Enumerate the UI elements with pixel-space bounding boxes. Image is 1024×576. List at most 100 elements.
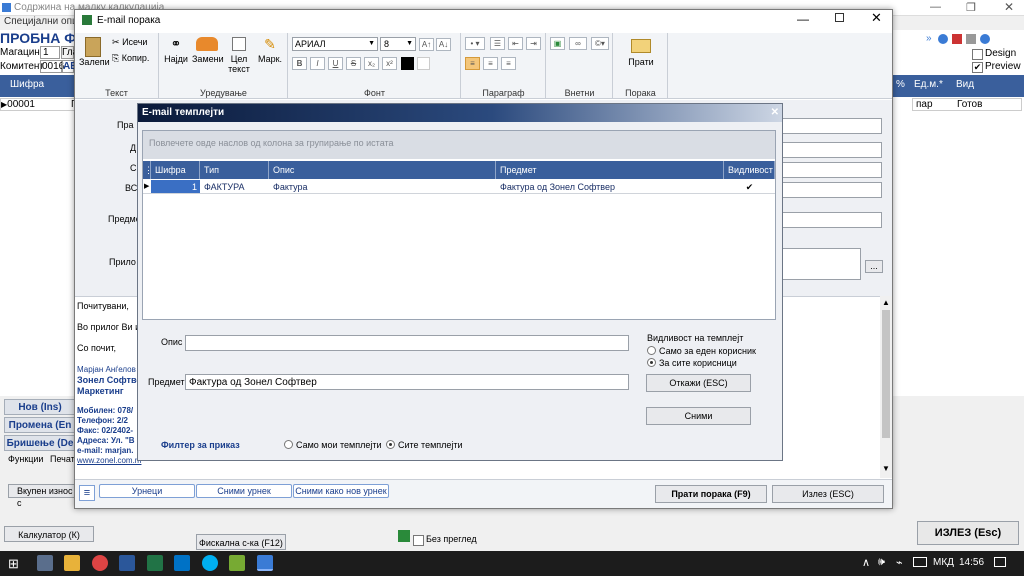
- pdf-icon[interactable]: [952, 34, 962, 44]
- bg-menu-item[interactable]: Специјални опци: [4, 16, 83, 27]
- replace-button[interactable]: Замени: [191, 36, 224, 81]
- info-icon[interactable]: [980, 34, 990, 44]
- mark-button[interactable]: ✎ Марк.: [255, 36, 285, 81]
- change-button[interactable]: Промена (En: [4, 417, 76, 433]
- row-code-cell[interactable]: 1: [151, 180, 200, 194]
- copy-button[interactable]: ⎘ Копир.: [111, 52, 157, 65]
- fiscal-button[interactable]: Фискална с-ка (F12): [196, 534, 286, 550]
- font-size-select[interactable]: 8 ▼: [380, 37, 416, 51]
- visibility-one-user-radio[interactable]: Само за еден корисник: [647, 346, 756, 356]
- find-button[interactable]: ⚭ Најди: [162, 36, 190, 81]
- subject-field[interactable]: [185, 374, 629, 390]
- to-field[interactable]: [775, 118, 882, 134]
- symbol-icon[interactable]: ©▾: [591, 37, 609, 50]
- grow-font-icon[interactable]: A↑: [419, 38, 434, 51]
- email-exit-button[interactable]: Излез (ESC): [772, 485, 884, 503]
- align-left-icon[interactable]: ≡: [465, 57, 480, 70]
- bg-col-pct[interactable]: %: [896, 79, 905, 90]
- minimize-icon[interactable]: —: [930, 1, 941, 13]
- menu-icon[interactable]: ≡: [79, 485, 95, 501]
- outlook-icon[interactable]: [174, 555, 190, 571]
- row-subject-cell[interactable]: Фактура од Зонел Софтвер: [496, 180, 724, 194]
- komitent-field[interactable]: 0016: [40, 60, 64, 73]
- battery-icon[interactable]: [913, 557, 927, 567]
- visibility-all-users-radio[interactable]: За сите корисници: [647, 358, 737, 368]
- highlight-color-icon[interactable]: [417, 57, 430, 70]
- maximize-icon[interactable]: [835, 13, 844, 22]
- desc-field[interactable]: [185, 335, 629, 351]
- clock[interactable]: 14:56: [959, 557, 984, 568]
- bcc-field[interactable]: [775, 182, 882, 198]
- attach-button[interactable]: ...: [865, 260, 883, 273]
- align-right-icon[interactable]: ≡: [501, 57, 516, 70]
- printer-icon[interactable]: [966, 34, 976, 44]
- cc-field[interactable]: [775, 162, 882, 178]
- close-icon[interactable]: ✕: [1004, 0, 1014, 14]
- file-explorer-icon[interactable]: [64, 555, 80, 571]
- bullets-icon[interactable]: • ▾: [465, 37, 485, 50]
- underline-icon[interactable]: U: [328, 57, 343, 70]
- link-icon[interactable]: ∞: [569, 37, 587, 50]
- italic-icon[interactable]: I: [310, 57, 325, 70]
- shrink-font-icon[interactable]: A↓: [436, 38, 451, 51]
- total-tax-button[interactable]: Вкупен износ с: [8, 484, 76, 508]
- bg-table-row[interactable]: ▶00001 П: [0, 98, 78, 111]
- excel-icon[interactable]: [398, 530, 410, 542]
- minimize-icon[interactable]: —: [797, 12, 809, 26]
- chevron-up-icon[interactable]: ∧: [862, 556, 870, 569]
- bg-table-row-right[interactable]: пар Готов: [912, 98, 1022, 111]
- tab-functions[interactable]: Функции: [8, 454, 43, 464]
- subscript-icon[interactable]: x₂: [364, 57, 379, 70]
- send-ribbon-button[interactable]: Прати: [617, 36, 665, 81]
- paste-button[interactable]: Залепи: [78, 36, 110, 81]
- col-description[interactable]: Опис: [269, 161, 496, 179]
- magacin-field[interactable]: 1: [40, 46, 60, 59]
- delete-button[interactable]: Бришење (De: [4, 435, 76, 451]
- notifications-icon[interactable]: [994, 557, 1006, 567]
- col-subject[interactable]: Предмет: [496, 161, 724, 179]
- indent-decrease-icon[interactable]: ⇤: [508, 37, 523, 50]
- exit-button[interactable]: ИЗЛЕЗ (Esc): [917, 521, 1019, 545]
- font-color-icon[interactable]: [401, 57, 414, 70]
- send-message-button[interactable]: Прати порака (F9): [655, 485, 767, 503]
- word-icon[interactable]: [119, 555, 135, 571]
- subject-field[interactable]: [775, 212, 882, 228]
- bg-col-sifra[interactable]: Шифра: [10, 79, 44, 90]
- calculator-taskbar-icon[interactable]: [37, 555, 53, 571]
- tab-templates[interactable]: Урнеци: [99, 484, 195, 498]
- scroll-down-icon[interactable]: ▼: [882, 464, 890, 473]
- row-desc-cell[interactable]: Фактура: [269, 180, 496, 194]
- excel-taskbar-icon[interactable]: [147, 555, 163, 571]
- bg-col-vid[interactable]: Вид: [956, 79, 974, 90]
- close-icon[interactable]: ✕: [771, 104, 779, 122]
- new-button[interactable]: Нов (Ins): [4, 399, 76, 415]
- chrome-icon[interactable]: [92, 555, 108, 571]
- tab-print[interactable]: Печат: [50, 454, 75, 464]
- zonel-app-icon[interactable]: [257, 555, 273, 571]
- cancel-button[interactable]: Откажи (ESC): [646, 374, 751, 392]
- filter-all-radio[interactable]: Сите темплејти: [386, 440, 463, 450]
- d-field[interactable]: [775, 142, 882, 158]
- tab-save-as-new-template[interactable]: Сними како нов урнек: [293, 484, 389, 498]
- group-by-panel[interactable]: Повлечете овде наслов од колона за групи…: [143, 131, 775, 159]
- network-icon[interactable]: ⌁: [896, 556, 903, 569]
- language-indicator[interactable]: МКД: [933, 557, 954, 568]
- signature-website[interactable]: www.zonel.com.m: [77, 454, 141, 467]
- col-type[interactable]: Тип: [200, 161, 269, 179]
- scroll-up-icon[interactable]: ▲: [882, 298, 890, 307]
- bold-icon[interactable]: B: [292, 57, 307, 70]
- image-icon[interactable]: ▣: [550, 37, 565, 50]
- bg-col-edm[interactable]: Ед.м.: [914, 79, 939, 90]
- indent-increase-icon[interactable]: ⇥: [526, 37, 541, 50]
- attachments-box[interactable]: [775, 248, 861, 280]
- restore-icon[interactable]: ❐: [966, 1, 976, 14]
- row-type-cell[interactable]: ФАКТУРА: [200, 180, 269, 194]
- calculator-button[interactable]: Калкулатор (К): [4, 526, 94, 542]
- close-icon[interactable]: ✕: [871, 10, 882, 26]
- cut-button[interactable]: ✂ Исечи: [111, 36, 157, 49]
- app-icon[interactable]: [229, 555, 245, 571]
- strikethrough-icon[interactable]: S: [346, 57, 361, 70]
- skype-icon[interactable]: [202, 555, 218, 571]
- whole-text-button[interactable]: Цел текст: [225, 36, 253, 86]
- filter-mine-radio[interactable]: Само мои темплејти: [284, 440, 382, 450]
